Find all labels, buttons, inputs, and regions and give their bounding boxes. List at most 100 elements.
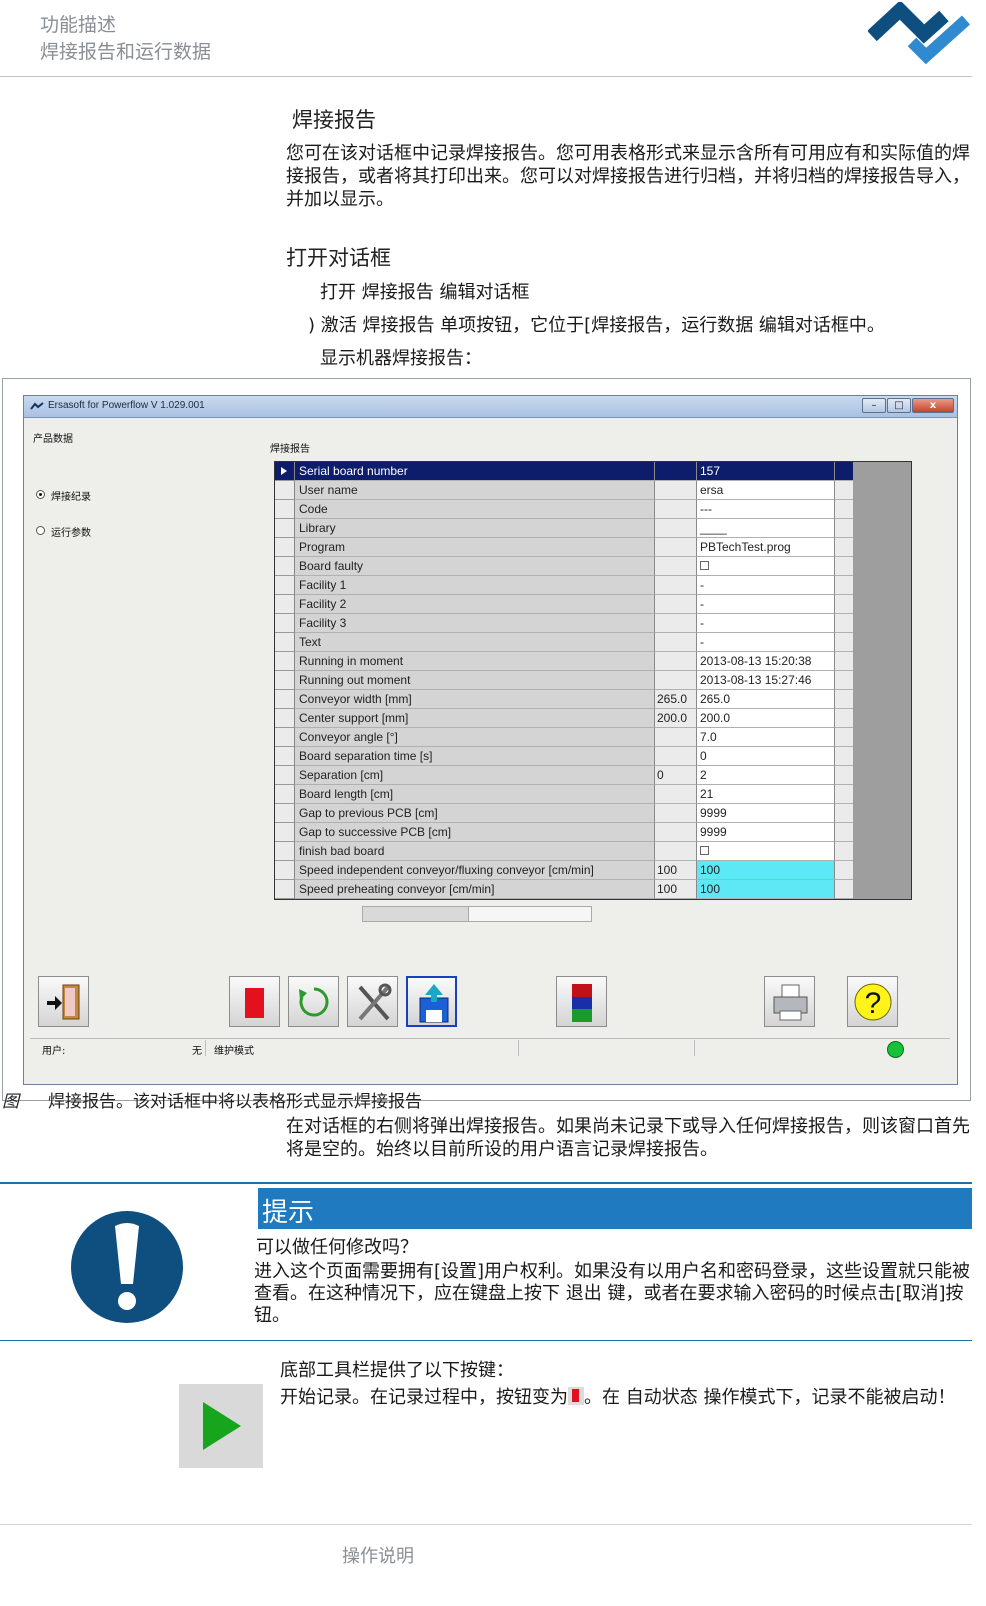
table-row[interactable]: Board length [cm] 21 <box>275 785 853 804</box>
refresh-button[interactable] <box>288 976 339 1027</box>
row-actual[interactable] <box>697 842 835 861</box>
row-indicator[interactable] <box>275 709 295 728</box>
row-indicator[interactable] <box>275 747 295 766</box>
row-indicator[interactable] <box>275 690 295 709</box>
table-row[interactable]: Gap to previous PCB [cm] 9999 <box>275 804 853 823</box>
row-extra-cell <box>835 747 853 766</box>
row-actual[interactable]: - <box>697 614 835 633</box>
row-checkbox[interactable] <box>700 561 709 570</box>
row-indicator[interactable] <box>275 576 295 595</box>
table-row[interactable]: User name ersa <box>275 481 853 500</box>
save-button[interactable] <box>406 976 457 1027</box>
row-checkbox[interactable] <box>700 846 709 855</box>
table-row[interactable]: Running in moment 2013-08-13 15:20:38 <box>275 652 853 671</box>
exit-button[interactable] <box>38 976 89 1027</box>
row-indicator[interactable] <box>275 614 295 633</box>
table-row[interactable]: Board faulty <box>275 557 853 576</box>
row-indicator[interactable] <box>275 785 295 804</box>
table-row[interactable]: Facility 3 - <box>275 614 853 633</box>
table-row[interactable]: Facility 2 - <box>275 595 853 614</box>
row-actual[interactable]: 2013-08-13 15:27:46 <box>697 671 835 690</box>
row-indicator[interactable] <box>275 557 295 576</box>
row-actual[interactable]: 7.0 <box>697 728 835 747</box>
row-actual[interactable]: 265.0 <box>697 690 835 709</box>
row-actual[interactable]: 0 <box>697 747 835 766</box>
table-row[interactable]: Text - <box>275 633 853 652</box>
table-row[interactable]: finish bad board <box>275 842 853 861</box>
table-row[interactable]: Program PBTechTest.prog <box>275 538 853 557</box>
row-indicator[interactable] <box>275 728 295 747</box>
table-row[interactable]: Library ____ <box>275 519 853 538</box>
row-actual[interactable]: 9999 <box>697 823 835 842</box>
table-row[interactable]: Center support [mm] 200.0 200.0 <box>275 709 853 728</box>
close-button[interactable]: x <box>912 398 954 413</box>
row-extra-cell <box>835 766 853 785</box>
radio-weld-report[interactable] <box>36 490 45 499</box>
row-indicator[interactable] <box>275 481 295 500</box>
table-row[interactable]: Code --- <box>275 500 853 519</box>
row-label: Library <box>295 519 655 538</box>
row-extra-cell <box>835 500 853 519</box>
row-label: Running out moment <box>295 671 655 690</box>
table-row[interactable]: Speed preheating conveyor [cm/min] 100 100 <box>275 880 853 899</box>
row-actual[interactable]: - <box>697 633 835 652</box>
row-indicator[interactable] <box>275 652 295 671</box>
table-row[interactable]: Speed independent conveyor/fluxing conve… <box>275 861 853 880</box>
row-actual[interactable]: 21 <box>697 785 835 804</box>
row-actual[interactable]: 200.0 <box>697 709 835 728</box>
row-indicator[interactable] <box>275 671 295 690</box>
row-actual[interactable]: PBTechTest.prog <box>697 538 835 557</box>
row-indicator[interactable] <box>275 804 295 823</box>
table-row[interactable]: Conveyor width [mm] 265.0 265.0 <box>275 690 853 709</box>
row-actual[interactable]: ____ <box>697 519 835 538</box>
row-indicator[interactable] <box>275 766 295 785</box>
report-grid[interactable]: Serial board number 157 User name ersa Code -… <box>274 461 912 900</box>
row-indicator[interactable] <box>275 823 295 842</box>
row-indicator[interactable] <box>275 500 295 519</box>
row-actual[interactable]: 2013-08-13 15:20:38 <box>697 652 835 671</box>
record-stop-button[interactable] <box>229 976 280 1027</box>
row-actual[interactable]: 9999 <box>697 804 835 823</box>
row-indicator[interactable] <box>275 462 295 481</box>
print-button[interactable] <box>764 976 815 1027</box>
help-button[interactable]: ? <box>847 976 898 1027</box>
row-actual[interactable]: 100 <box>697 861 835 880</box>
row-actual[interactable]: - <box>697 576 835 595</box>
row-indicator[interactable] <box>275 842 295 861</box>
color-bars-button[interactable] <box>556 976 607 1027</box>
row-indicator[interactable] <box>275 519 295 538</box>
table-row[interactable]: Board separation time [s] 0 <box>275 747 853 766</box>
horizontal-scrollbar[interactable] <box>362 906 592 922</box>
table-row[interactable]: Separation [cm] 0 2 <box>275 766 853 785</box>
row-extra-cell <box>835 785 853 804</box>
table-row[interactable]: Gap to successive PCB [cm] 9999 <box>275 823 853 842</box>
scrollbar-thumb[interactable] <box>363 907 469 921</box>
radio-runtime[interactable] <box>36 526 45 535</box>
row-actual[interactable] <box>697 557 835 576</box>
row-indicator[interactable] <box>275 538 295 557</box>
title-bar[interactable]: Ersasoft for Powerflow V 1.029.001 – □ x <box>24 396 957 418</box>
maximize-button[interactable]: □ <box>887 398 911 413</box>
table-row[interactable]: Serial board number 157 <box>275 462 853 481</box>
row-actual[interactable]: 2 <box>697 766 835 785</box>
radio-runtime-label: 运行参数 <box>51 528 91 539</box>
row-actual[interactable]: 157 <box>697 462 835 481</box>
row-actual[interactable]: - <box>697 595 835 614</box>
row-indicator[interactable] <box>275 861 295 880</box>
row-actual[interactable]: 100 <box>697 880 835 899</box>
table-row[interactable]: Running out moment 2013-08-13 15:27:46 <box>275 671 853 690</box>
tools-button[interactable] <box>347 976 398 1027</box>
header-section: 焊接报告和运行数据 <box>40 41 212 63</box>
panel-label: 产品数据 <box>33 434 73 445</box>
minimize-button[interactable]: – <box>862 398 886 413</box>
row-indicator[interactable] <box>275 880 295 899</box>
row-actual[interactable]: ersa <box>697 481 835 500</box>
row-actual[interactable]: --- <box>697 500 835 519</box>
table-row[interactable]: Conveyor angle [°] 7.0 <box>275 728 853 747</box>
row-indicator[interactable] <box>275 633 295 652</box>
row-label: Board length [cm] <box>295 785 655 804</box>
table-row[interactable]: Facility 1 - <box>275 576 853 595</box>
row-setpoint <box>655 462 697 481</box>
step-activate: ) 激活 焊接报告 单项按钮，它位于[焊接报告，运行数据 编辑对话框中。 <box>308 315 885 336</box>
row-indicator[interactable] <box>275 595 295 614</box>
